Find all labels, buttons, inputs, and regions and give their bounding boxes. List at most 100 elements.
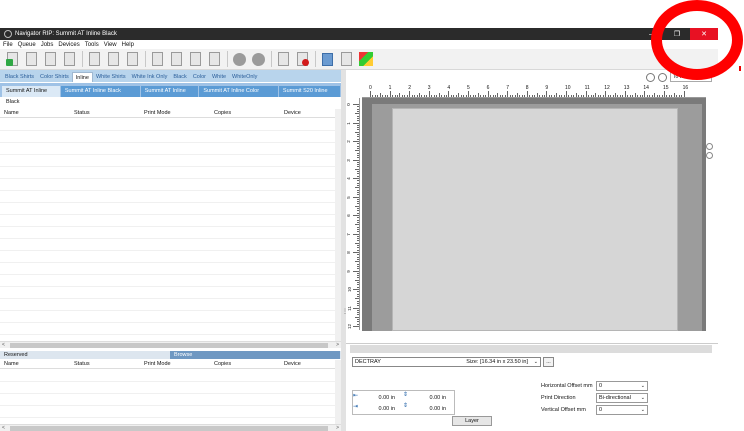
move-up-icon[interactable] bbox=[150, 52, 165, 67]
menu-file[interactable]: File bbox=[3, 42, 13, 48]
job-table-body[interactable] bbox=[0, 119, 335, 339]
col-print-mode[interactable]: Print Mode bbox=[140, 109, 210, 117]
col-copies[interactable]: Copies bbox=[210, 109, 280, 117]
ruler-h-tick bbox=[372, 95, 374, 97]
ruler-v-tick bbox=[357, 147, 359, 149]
reserved-table-hscroll[interactable]: < > bbox=[0, 424, 341, 431]
tab-reserved[interactable]: Reserved bbox=[0, 351, 170, 359]
menu-help[interactable]: Help bbox=[122, 42, 134, 48]
col-copies[interactable]: Copies bbox=[210, 360, 280, 368]
ruler-v-tick bbox=[357, 108, 359, 110]
layer-button[interactable]: Layer bbox=[452, 416, 492, 426]
zoom-out-icon[interactable] bbox=[658, 72, 667, 82]
tab-summit-at-inline-color[interactable]: Summit AT Inline Color bbox=[140, 86, 199, 105]
print-queue-icon[interactable] bbox=[106, 52, 121, 67]
center-icon[interactable] bbox=[706, 152, 713, 159]
ruler-h-tick bbox=[563, 95, 565, 97]
ruler-v-tick bbox=[357, 180, 359, 182]
ruler-h-tick bbox=[465, 95, 467, 97]
ruler-v-tick bbox=[353, 178, 359, 179]
hold-icon[interactable] bbox=[276, 52, 291, 67]
tab-whiteonly[interactable]: WhiteOnly bbox=[229, 72, 260, 82]
ruler-h-tick bbox=[514, 95, 516, 97]
tab-summit-at-inline-black-graphics[interactable]: Summit AT Inline Black Graphics bbox=[60, 86, 140, 105]
ruler-v-tick bbox=[357, 106, 359, 108]
move-down-icon[interactable] bbox=[169, 52, 184, 67]
printer-settings-icon[interactable] bbox=[339, 52, 354, 67]
tab-browse[interactable]: Browse bbox=[170, 351, 340, 359]
settings-icon[interactable] bbox=[207, 52, 222, 67]
col-status[interactable]: Status bbox=[70, 360, 140, 368]
tab-color[interactable]: Color bbox=[190, 72, 209, 82]
offset-y1-field[interactable]: 0.00 in bbox=[355, 405, 395, 414]
horizontal-offset-select[interactable]: 0 ⌄ bbox=[596, 381, 648, 391]
document-icon[interactable] bbox=[62, 52, 77, 67]
tab-white-ink-only[interactable]: White Ink Only bbox=[129, 72, 171, 82]
device-more-button[interactable]: ... bbox=[543, 357, 554, 367]
stop-icon[interactable] bbox=[251, 52, 266, 67]
ruler-h-tick bbox=[423, 95, 425, 97]
print-direction-select[interactable]: Bi-directional ⌄ bbox=[596, 393, 648, 403]
ruler-h-tick bbox=[627, 95, 629, 97]
menu-queue[interactable]: Queue bbox=[18, 42, 36, 48]
ruler-h-tick bbox=[546, 91, 548, 97]
add-job-icon[interactable] bbox=[5, 52, 20, 67]
col-name[interactable]: Name bbox=[0, 360, 70, 368]
print-icon[interactable] bbox=[43, 52, 58, 67]
ruler-h-tick bbox=[553, 95, 555, 97]
offset-x1-field[interactable]: 0.00 in bbox=[355, 394, 395, 403]
vertical-ruler: 0 1 2 3 4 5 6 7 8 9 10 11 12 bbox=[346, 98, 360, 330]
copy-job-icon[interactable] bbox=[87, 52, 102, 67]
delete-job-icon[interactable] bbox=[24, 52, 39, 67]
offset-x2-field[interactable]: 0.00 in bbox=[406, 394, 446, 403]
vertical-offset-select[interactable]: 0 ⌄ bbox=[596, 405, 648, 415]
col-device[interactable]: Device bbox=[280, 360, 335, 368]
job-table-hscroll[interactable]: < > bbox=[0, 341, 341, 348]
ruler-h-tick bbox=[617, 95, 619, 97]
tab-black[interactable]: Black bbox=[170, 72, 189, 82]
tab-inline[interactable]: Inline bbox=[71, 72, 93, 82]
queue-properties-icon[interactable] bbox=[320, 52, 335, 67]
tab-white[interactable]: White bbox=[209, 72, 229, 82]
ruler-h-tick bbox=[605, 91, 607, 97]
offset-y2-field[interactable]: 0.00 in bbox=[406, 405, 446, 414]
color-management-icon[interactable] bbox=[358, 52, 373, 67]
col-status[interactable]: Status bbox=[70, 109, 140, 117]
zoom-icon[interactable] bbox=[232, 52, 247, 67]
ruler-v-tick bbox=[357, 201, 359, 203]
ruler-h-tick bbox=[502, 95, 504, 97]
print-preview-canvas[interactable] bbox=[362, 98, 706, 331]
zoom-in-icon[interactable] bbox=[646, 72, 655, 82]
cancel-icon[interactable] bbox=[295, 52, 310, 67]
device-select[interactable]: DECTRAY Size: [16.34 in x 23.50 in] ⌄ bbox=[352, 357, 541, 367]
reserved-table-body[interactable] bbox=[0, 370, 335, 422]
ruler-h-tick bbox=[558, 95, 560, 97]
ruler-v-tick bbox=[357, 127, 359, 129]
ruler-h-tick bbox=[460, 95, 462, 97]
preview-icon[interactable] bbox=[125, 52, 140, 67]
tab-summit-at-inline-color-graphics[interactable]: Summit AT Inline Color Graphics bbox=[199, 86, 278, 105]
col-print-mode[interactable]: Print Mode bbox=[140, 360, 210, 368]
rotate-icon[interactable] bbox=[706, 143, 713, 150]
tab-summit-at-inline-black[interactable]: Summit AT Inline Black bbox=[2, 86, 60, 105]
ruler-v-tick bbox=[357, 231, 359, 233]
ruler-v-tick bbox=[357, 191, 359, 193]
ruler-h-tick bbox=[575, 93, 577, 97]
print-area[interactable] bbox=[392, 108, 678, 331]
ruler-h-tick bbox=[472, 95, 474, 97]
menu-tools[interactable]: Tools bbox=[85, 42, 99, 48]
menu-devices[interactable]: Devices bbox=[58, 42, 79, 48]
tile-icon[interactable] bbox=[188, 52, 203, 67]
tab-black-shirts[interactable]: Black Shirts bbox=[2, 72, 37, 82]
ruler-v-tick bbox=[357, 235, 359, 237]
menu-view[interactable]: View bbox=[104, 42, 117, 48]
ruler-h-tick bbox=[583, 95, 585, 97]
col-device[interactable]: Device bbox=[280, 109, 335, 117]
ruler-h-tick bbox=[536, 93, 538, 97]
menu-jobs[interactable]: Jobs bbox=[41, 42, 54, 48]
ruler-h-tick bbox=[595, 93, 597, 97]
col-name[interactable]: Name bbox=[0, 109, 70, 117]
tab-color-shirts[interactable]: Color Shirts bbox=[37, 72, 72, 82]
tab-summit-s20-inline-black[interactable]: Summit S20 Inline Black bbox=[278, 86, 340, 105]
tab-white-shirts[interactable]: White Shirts bbox=[93, 72, 129, 82]
